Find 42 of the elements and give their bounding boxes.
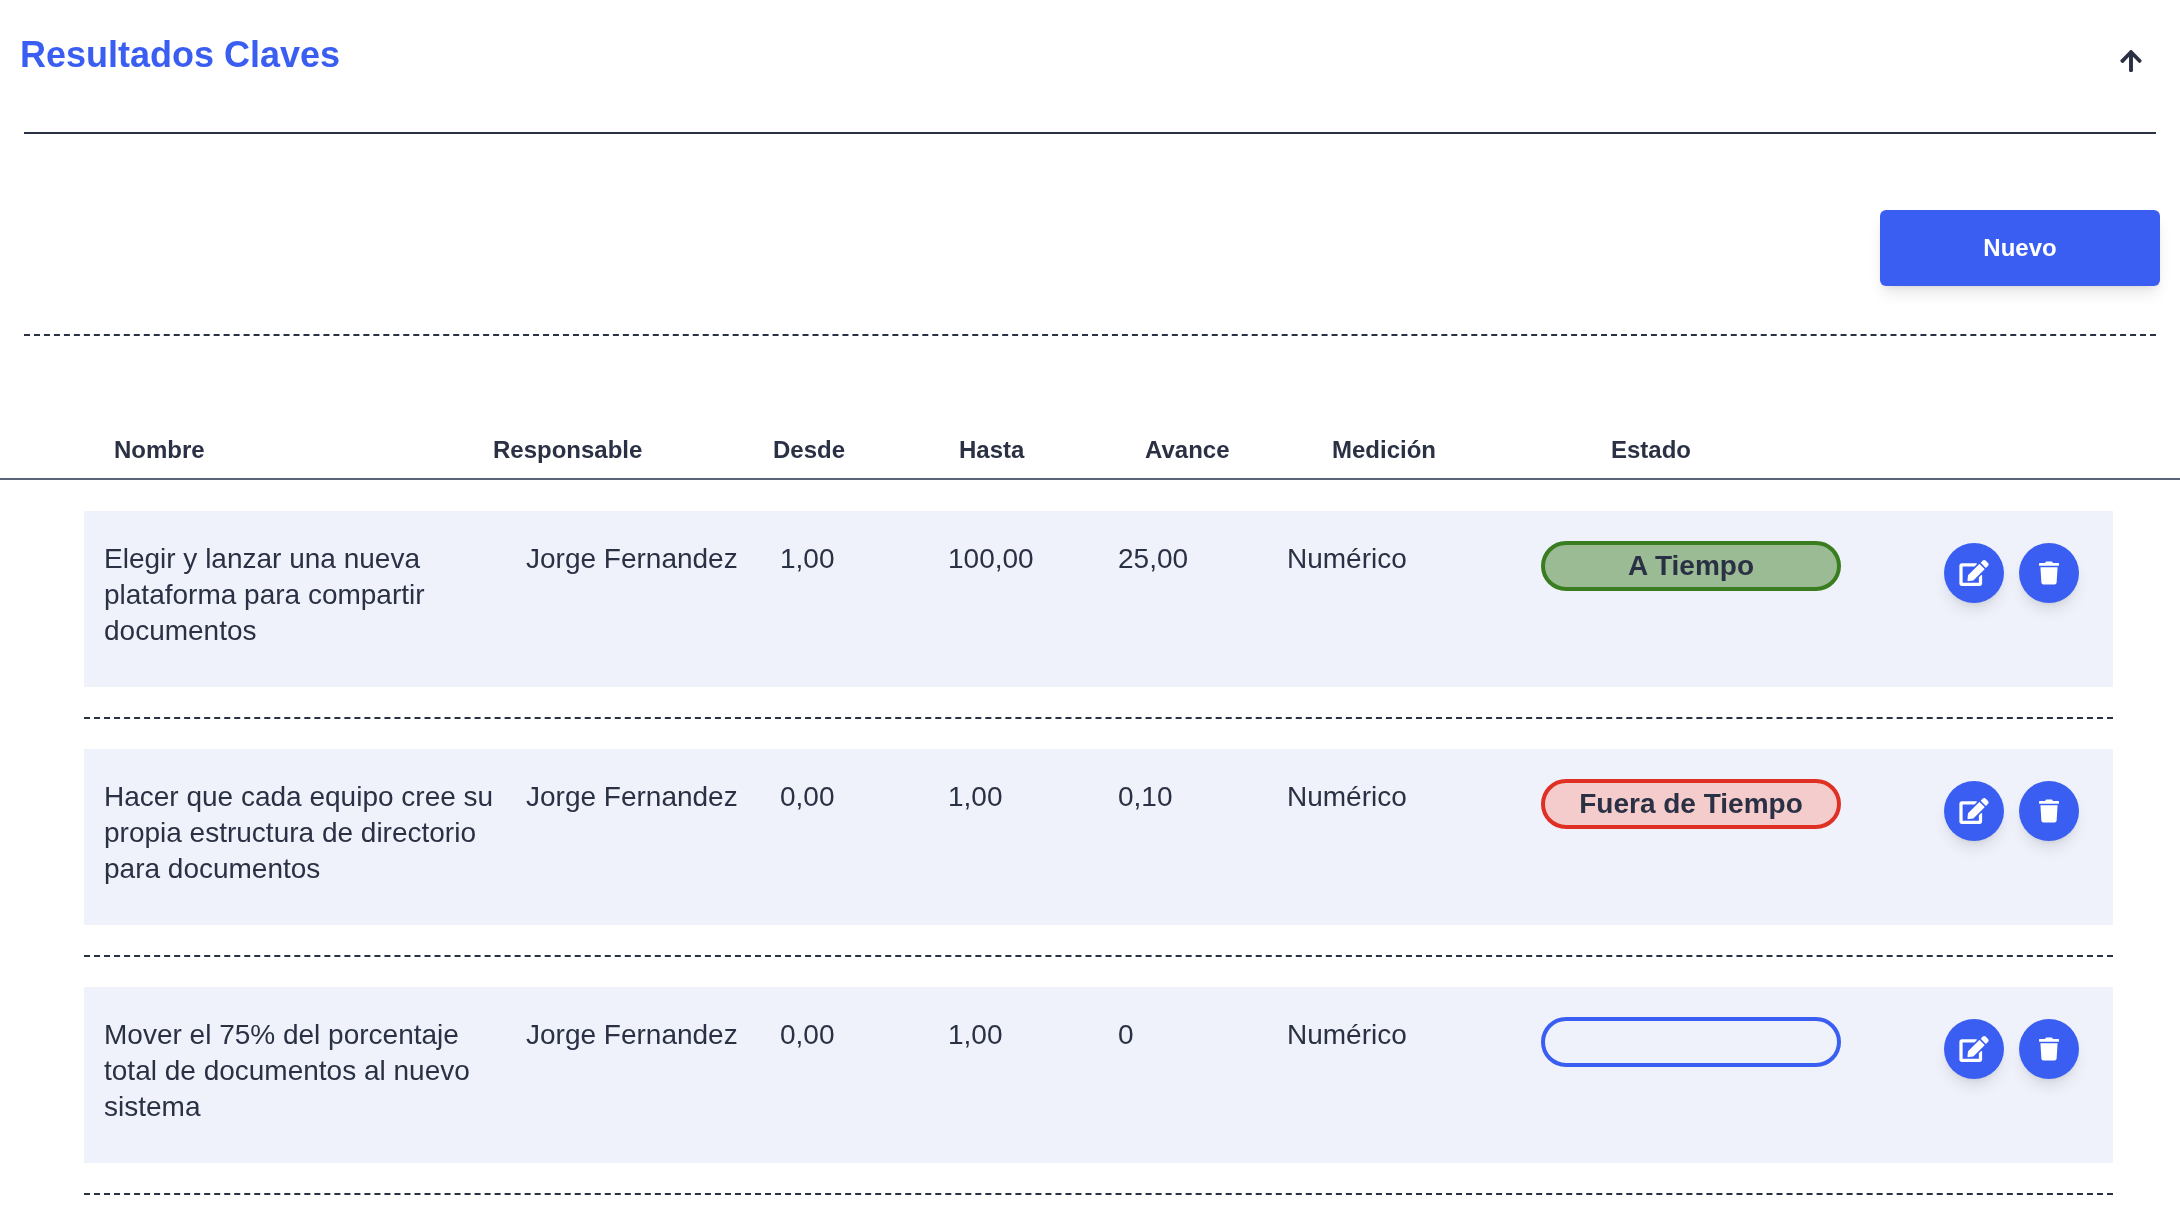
arrow-up-icon[interactable]: [2120, 48, 2142, 74]
column-header: Medición: [1332, 436, 1436, 463]
progress-cell-text: 0: [1118, 1018, 1135, 1052]
delete-button[interactable]: [2019, 1019, 2079, 1079]
column-header: Estado: [1611, 436, 1691, 463]
delete-button[interactable]: [2019, 543, 2079, 603]
name-cell-text: Hacer que cada equipo cree su propia estructura de directorio para documentos: [104, 780, 495, 886]
owner-cell-text: Jorge Fernandez: [526, 1018, 739, 1052]
to-cell-text: 100,00: [948, 542, 1035, 576]
progress-cell-text: 0,10: [1118, 780, 1174, 814]
edit-button[interactable]: [1944, 543, 2004, 603]
column-header: Nombre: [114, 436, 205, 463]
owner-cell-text: Jorge Fernandez: [526, 780, 739, 814]
from-cell-text: 1,00: [780, 542, 836, 576]
edit-icon: [1959, 1036, 1989, 1062]
column-header: Responsable: [493, 436, 643, 463]
delete-button[interactable]: [2019, 781, 2079, 841]
name-cell-text: Elegir y lanzar una nueva plataforma para compartir documentos: [104, 542, 426, 648]
column-header: Avance: [1145, 436, 1230, 463]
status-pill: Fuera de Tiempo: [1541, 779, 1841, 829]
to-cell-text: 1,00: [948, 780, 1004, 814]
trash-icon: [2039, 799, 2059, 823]
to-cell-text: 1,00: [948, 1018, 1004, 1052]
new-button[interactable]: Nuevo: [1880, 210, 2160, 286]
trash-icon: [2039, 1037, 2059, 1061]
trash-icon: [2039, 561, 2059, 585]
measure-cell-text: Numérico: [1287, 542, 1408, 576]
measure-cell-text: Numérico: [1287, 780, 1408, 814]
measure-cell-text: Numérico: [1287, 1018, 1408, 1052]
from-cell-text: 0,00: [780, 1018, 836, 1052]
edit-button[interactable]: [1944, 781, 2004, 841]
from-cell-text: 0,00: [780, 780, 836, 814]
progress-cell-text: 25,00: [1118, 542, 1190, 576]
page-title: Resultados Claves: [20, 33, 341, 77]
column-header: Hasta: [959, 436, 1025, 463]
edit-button[interactable]: [1944, 1019, 2004, 1079]
edit-icon: [1959, 560, 1989, 586]
status-pill: A Tiempo: [1541, 541, 1841, 591]
edit-icon: [1959, 798, 1989, 824]
column-header: Desde: [773, 436, 846, 463]
name-cell-text: Mover el 75% del porcentaje total de documentos al nuevo sistema: [104, 1018, 471, 1124]
owner-cell-text: Jorge Fernandez: [526, 542, 739, 576]
